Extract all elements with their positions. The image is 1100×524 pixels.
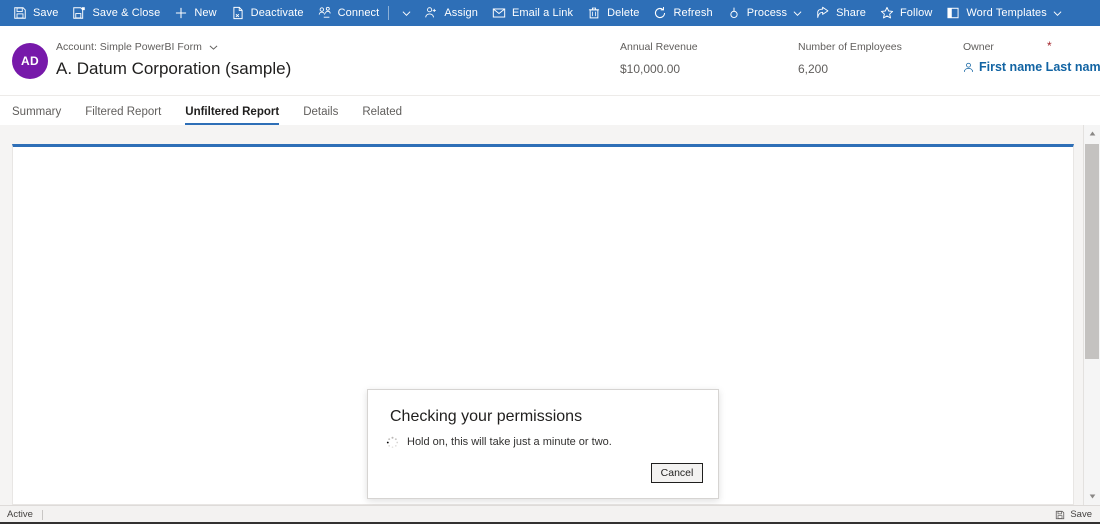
command-share-label: Share bbox=[836, 6, 866, 19]
status-bar-left: Active bbox=[0, 509, 43, 521]
status-bar-save[interactable]: Save bbox=[1055, 509, 1100, 521]
save-icon bbox=[1055, 510, 1065, 520]
follow-star-icon bbox=[880, 6, 894, 20]
cancel-button[interactable]: Cancel bbox=[651, 463, 703, 483]
dynamics-account-form-window: Save Save & Close New Deactivate Connect bbox=[0, 0, 1100, 524]
status-bar-divider bbox=[41, 510, 43, 520]
tab-strip: Summary Filtered Report Unfiltered Repor… bbox=[0, 97, 1100, 125]
command-email-a-link[interactable]: Email a Link bbox=[485, 0, 580, 26]
person-icon bbox=[963, 62, 974, 73]
command-share[interactable]: Share bbox=[809, 0, 873, 26]
command-save-and-close-label: Save & Close bbox=[92, 6, 161, 19]
tab-filtered-report[interactable]: Filtered Report bbox=[73, 99, 173, 125]
command-email-a-link-label: Email a Link bbox=[511, 6, 574, 19]
dialog-message: Hold on, this will take just a minute or… bbox=[407, 436, 612, 448]
command-process-label: Process bbox=[746, 6, 788, 19]
chevron-down-icon bbox=[402, 9, 411, 18]
chevron-down-icon bbox=[209, 43, 218, 52]
command-follow-label: Follow bbox=[899, 6, 933, 19]
loading-spinner-icon bbox=[386, 436, 399, 449]
field-number-of-employees-value: 6,200 bbox=[798, 62, 829, 76]
command-save-label: Save bbox=[33, 6, 59, 19]
command-new-label: New bbox=[194, 6, 217, 19]
deactivate-icon bbox=[231, 6, 245, 20]
command-word-templates[interactable]: Word Templates bbox=[939, 0, 1068, 26]
command-connect-dropdown[interactable] bbox=[394, 0, 417, 26]
command-assign-label: Assign bbox=[444, 6, 478, 19]
modal-overlay: Checking your permissions Hold on, this … bbox=[0, 125, 1100, 505]
field-annual-revenue[interactable]: Annual Revenue $10,000.00 bbox=[620, 40, 798, 77]
tab-unfiltered-report-label: Unfiltered Report bbox=[185, 106, 280, 118]
avatar-initials: AD bbox=[21, 54, 39, 68]
required-asterisk: * bbox=[1047, 39, 1052, 53]
command-delete[interactable]: Delete bbox=[580, 0, 646, 26]
plus-icon bbox=[174, 6, 188, 20]
command-bar: Save Save & Close New Deactivate Connect bbox=[0, 0, 1100, 26]
status-badge: Active bbox=[7, 509, 33, 520]
field-annual-revenue-label: Annual Revenue bbox=[620, 41, 698, 53]
tab-filtered-report-label: Filtered Report bbox=[85, 106, 162, 118]
tab-details-label: Details bbox=[303, 106, 339, 118]
command-deactivate[interactable]: Deactivate bbox=[224, 0, 311, 26]
form-selector[interactable]: Account: Simple PowerBI Form bbox=[56, 40, 291, 54]
tab-details[interactable]: Details bbox=[291, 99, 350, 125]
dialog-title: Checking your permissions bbox=[390, 408, 583, 425]
command-refresh[interactable]: Refresh bbox=[646, 0, 719, 26]
tab-summary-label: Summary bbox=[12, 106, 62, 118]
refresh-icon bbox=[653, 6, 667, 20]
tab-related[interactable]: Related bbox=[350, 99, 414, 125]
header-fields: Annual Revenue $10,000.00 Number of Empl… bbox=[620, 39, 1100, 77]
assign-icon bbox=[424, 6, 438, 20]
command-connect[interactable]: Connect bbox=[311, 0, 387, 26]
field-owner-value: First name Last name bbox=[979, 60, 1100, 74]
command-save[interactable]: Save bbox=[6, 0, 65, 26]
command-save-and-close[interactable]: Save & Close bbox=[65, 0, 167, 26]
command-deactivate-label: Deactivate bbox=[250, 6, 304, 19]
chevron-down-icon bbox=[1053, 9, 1062, 18]
field-owner-label: Owner bbox=[963, 41, 994, 53]
share-icon bbox=[816, 6, 830, 20]
command-process[interactable]: Process bbox=[720, 0, 809, 26]
dialog-message-row: Hold on, this will take just a minute or… bbox=[386, 435, 612, 449]
record-title-block: Account: Simple PowerBI Form A. Datum Co… bbox=[56, 40, 291, 80]
command-bar-separator bbox=[388, 6, 390, 20]
command-refresh-label: Refresh bbox=[673, 6, 713, 19]
save-icon bbox=[13, 6, 27, 20]
record-header: AD Account: Simple PowerBI Form A. Datum… bbox=[0, 26, 1100, 96]
word-templates-icon bbox=[946, 6, 960, 20]
field-number-of-employees-label: Number of Employees bbox=[798, 41, 902, 53]
field-annual-revenue-value: $10,000.00 bbox=[620, 62, 681, 76]
delete-icon bbox=[587, 6, 601, 20]
form-selector-label: Account: Simple PowerBI Form bbox=[56, 41, 202, 53]
status-bar-save-label: Save bbox=[1070, 509, 1092, 520]
field-number-of-employees[interactable]: Number of Employees 6,200 bbox=[798, 40, 963, 77]
email-link-icon bbox=[492, 6, 506, 20]
checking-permissions-dialog: Checking your permissions Hold on, this … bbox=[367, 389, 719, 499]
avatar: AD bbox=[12, 43, 48, 79]
connect-icon bbox=[318, 6, 332, 20]
command-assign[interactable]: Assign bbox=[417, 0, 485, 26]
tab-related-label: Related bbox=[362, 106, 402, 118]
command-word-templates-label: Word Templates bbox=[966, 6, 1047, 19]
command-delete-label: Delete bbox=[607, 6, 640, 19]
command-connect-label: Connect bbox=[337, 6, 380, 19]
field-owner[interactable]: Owner * First name Last name bbox=[963, 39, 1100, 77]
command-follow[interactable]: Follow bbox=[873, 0, 939, 26]
save-close-icon bbox=[72, 6, 86, 20]
chevron-down-icon bbox=[793, 9, 802, 18]
page-title: A. Datum Corporation (sample) bbox=[56, 59, 292, 78]
tab-unfiltered-report[interactable]: Unfiltered Report bbox=[173, 99, 291, 125]
process-icon bbox=[727, 6, 741, 20]
command-new[interactable]: New bbox=[167, 0, 223, 26]
field-owner-link[interactable]: First name Last name bbox=[963, 60, 1100, 74]
tab-summary[interactable]: Summary bbox=[12, 99, 73, 125]
